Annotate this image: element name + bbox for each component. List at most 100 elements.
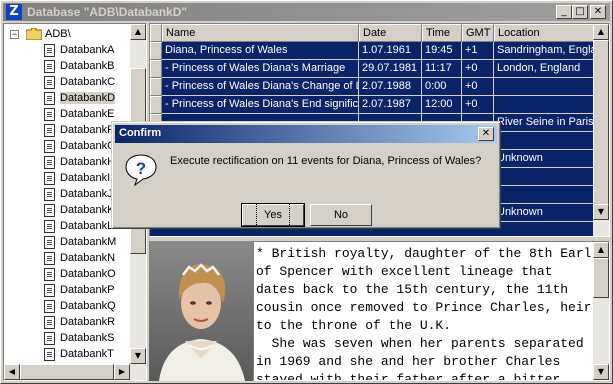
scroll-down-icon[interactable]: ▼ bbox=[593, 204, 609, 220]
column-header-time[interactable]: Time bbox=[422, 24, 462, 42]
cell-date[interactable]: 1.07.1961 bbox=[359, 42, 422, 60]
tree-item[interactable]: DatabankC bbox=[44, 74, 115, 90]
tree-item[interactable]: DatabankN bbox=[44, 250, 115, 266]
cell-time[interactable]: 0:00 bbox=[422, 78, 462, 96]
no-button[interactable]: No bbox=[310, 204, 372, 226]
cell-date[interactable]: 2.07.1988 bbox=[359, 78, 422, 96]
cell-name[interactable]: - Princess of Wales Diana's Marriage bbox=[162, 60, 359, 78]
cell-time[interactable]: 19:45 bbox=[422, 42, 462, 60]
yes-button[interactable]: Yes bbox=[241, 203, 305, 227]
tree-item-label: DatabankB bbox=[60, 60, 115, 72]
scroll-up-icon[interactable]: ▲ bbox=[593, 242, 609, 258]
scroll-up-icon[interactable]: ▲ bbox=[130, 24, 146, 40]
tree-item-label: DatabankL bbox=[60, 220, 114, 232]
no-button-label: No bbox=[333, 209, 349, 221]
cell-location[interactable]: Sandringham, England bbox=[494, 42, 595, 60]
column-header-location[interactable]: Location bbox=[494, 24, 595, 42]
tree-item[interactable]: DatabankQ bbox=[44, 298, 116, 314]
tree-hscroll-thumb[interactable] bbox=[20, 364, 114, 380]
tree-item[interactable]: DatabankD bbox=[44, 90, 116, 106]
column-header-gmt[interactable]: GMT bbox=[462, 24, 494, 42]
tree-item[interactable]: DatabankT bbox=[44, 346, 114, 362]
table-row[interactable]: - Princess of Wales Diana's End signific… bbox=[150, 96, 595, 114]
cell-name[interactable]: - Princess of Wales Diana's Change of Li… bbox=[162, 78, 359, 96]
tree-item[interactable]: DatabankM bbox=[44, 234, 116, 250]
tree-item[interactable]: DatabankK bbox=[44, 202, 114, 218]
biography-pane[interactable]: * British royalty, daughter of the 8th E… bbox=[253, 241, 610, 381]
window-title: Database "ADB\DatabankD" bbox=[27, 5, 188, 19]
row-indicator[interactable] bbox=[150, 60, 162, 78]
dialog-close-button[interactable]: ✕ bbox=[478, 127, 494, 141]
svg-text:?: ? bbox=[136, 159, 146, 178]
document-icon bbox=[44, 347, 55, 361]
cell-location[interactable]: Unknown bbox=[494, 150, 595, 168]
grid-vertical-scrollbar[interactable]: ▲ ▼ bbox=[593, 24, 609, 236]
scroll-down-icon[interactable]: ▼ bbox=[593, 364, 609, 380]
document-icon bbox=[44, 251, 55, 265]
tree-item-label: DatabankQ bbox=[60, 300, 116, 312]
cell-date[interactable]: 2.07.1987 bbox=[359, 96, 422, 114]
cell-location[interactable] bbox=[494, 78, 595, 96]
cell-location[interactable]: River Seine in Paris, France bbox=[494, 114, 595, 132]
tree-item[interactable]: DatabankJ bbox=[44, 186, 113, 202]
scroll-left-icon[interactable]: ◀ bbox=[4, 364, 20, 380]
close-button[interactable]: ✕ bbox=[590, 5, 606, 19]
cell-location[interactable] bbox=[494, 96, 595, 114]
header-indicator bbox=[150, 24, 162, 42]
row-indicator[interactable] bbox=[150, 78, 162, 96]
cell-time[interactable]: 11:17 bbox=[422, 60, 462, 78]
tree-item[interactable]: DatabankS bbox=[44, 330, 114, 346]
scroll-right-icon[interactable]: ▶ bbox=[114, 364, 130, 380]
cell-gmt[interactable]: +0 bbox=[462, 60, 494, 78]
cell-name[interactable]: - Princess of Wales Diana's End signific… bbox=[162, 96, 359, 114]
table-row[interactable]: - Princess of Wales Diana's Change of Li… bbox=[150, 78, 595, 96]
tree-item[interactable]: DatabankP bbox=[44, 282, 114, 298]
biography-scroll-thumb[interactable] bbox=[593, 258, 609, 298]
column-header-date[interactable]: Date bbox=[359, 24, 422, 42]
cell-time[interactable]: 12:00 bbox=[422, 96, 462, 114]
table-row[interactable]: Diana, Princess of Wales 1.07.1961 19:45 +1… bbox=[150, 42, 595, 60]
cell-location[interactable]: Unknown bbox=[494, 204, 595, 222]
cell-name[interactable]: Diana, Princess of Wales bbox=[162, 42, 359, 60]
grid-scroll-thumb[interactable] bbox=[593, 40, 609, 220]
tree-item[interactable]: DatabankA bbox=[44, 42, 114, 58]
tree-item[interactable]: DatabankH bbox=[44, 154, 115, 170]
biography-scrollbar[interactable]: ▲ ▼ bbox=[593, 242, 609, 380]
tree-item[interactable]: DatabankR bbox=[44, 314, 115, 330]
maximize-button[interactable]: □ bbox=[572, 5, 588, 19]
tree-item[interactable]: DatabankI bbox=[44, 170, 110, 186]
app-icon[interactable]: Z bbox=[6, 4, 22, 20]
cell-location[interactable] bbox=[494, 168, 595, 186]
tree-item[interactable]: DatabankE bbox=[44, 106, 114, 122]
scroll-up-icon[interactable]: ▲ bbox=[593, 24, 609, 40]
cell-gmt[interactable]: +1 bbox=[462, 42, 494, 60]
cell-gmt[interactable]: +0 bbox=[462, 96, 494, 114]
tree-item[interactable]: DatabankO bbox=[44, 266, 116, 282]
cell-gmt[interactable]: +0 bbox=[462, 78, 494, 96]
document-icon bbox=[44, 59, 55, 73]
table-row[interactable]: - Princess of Wales Diana's Marriage 29.0… bbox=[150, 60, 595, 78]
dialog-title-bar[interactable]: Confirm ✕ bbox=[115, 125, 497, 143]
cell-location[interactable]: London, England bbox=[494, 60, 595, 78]
tree-expander[interactable]: − bbox=[10, 30, 19, 39]
row-indicator[interactable] bbox=[150, 42, 162, 60]
title-bar[interactable]: Z Database "ADB\DatabankD" _ □ ✕ bbox=[3, 3, 610, 21]
tree-item[interactable]: DatabankL bbox=[44, 218, 113, 234]
row-indicator[interactable] bbox=[150, 96, 162, 114]
scroll-down-icon[interactable]: ▼ bbox=[130, 348, 146, 364]
document-icon bbox=[44, 267, 55, 281]
cell-location[interactable] bbox=[494, 132, 595, 150]
cell-date[interactable]: 29.07.1981 bbox=[359, 60, 422, 78]
tree-horizontal-scrollbar[interactable]: ◀ ▶ bbox=[4, 364, 146, 380]
tree-item-label: DatabankP bbox=[60, 284, 115, 296]
yes-button-label: Yes bbox=[256, 203, 290, 227]
cell-location[interactable] bbox=[494, 186, 595, 204]
minimize-button[interactable]: _ bbox=[556, 5, 572, 19]
document-icon bbox=[44, 203, 55, 217]
tree-root[interactable]: ADB\ bbox=[26, 26, 71, 42]
tree-item[interactable]: DatabankB bbox=[44, 58, 114, 74]
tree-item[interactable]: DatabankF bbox=[44, 122, 114, 138]
column-header-name[interactable]: Name bbox=[162, 24, 359, 42]
tree-item[interactable]: DatabankG bbox=[44, 138, 116, 154]
tree-item-label: DatabankN bbox=[60, 252, 116, 264]
